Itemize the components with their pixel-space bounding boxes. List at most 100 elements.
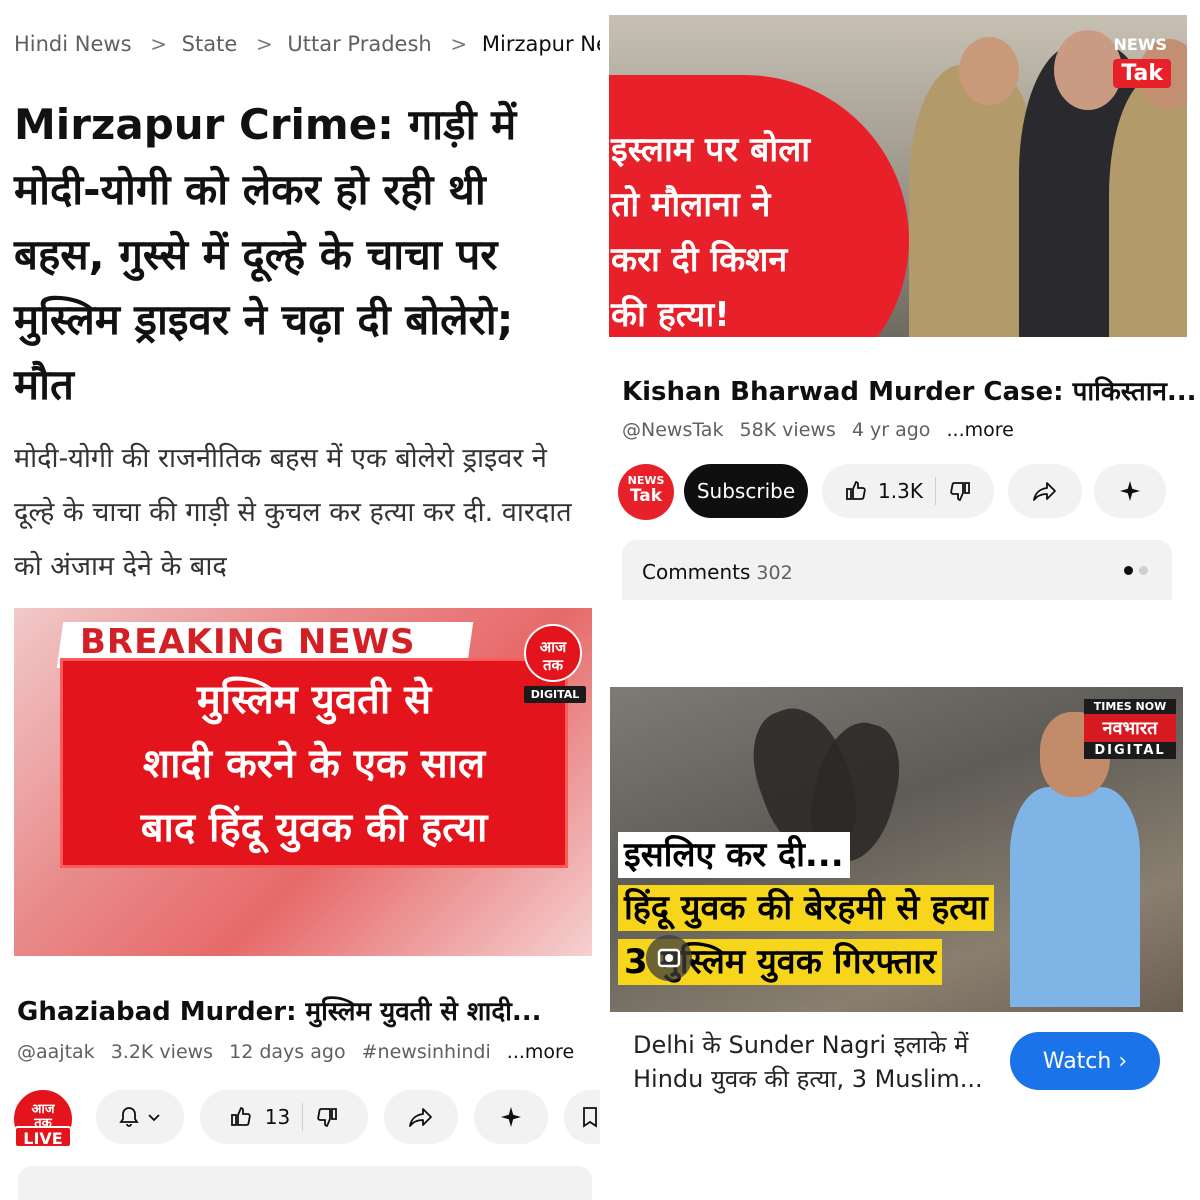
thumbs-up-icon [846,481,866,500]
dislike-button[interactable] [948,479,972,503]
breadcrumb-state[interactable]: State [182,32,238,56]
ask-ai-button[interactable] [474,1090,548,1144]
thumbnail-caption-line: की हत्या! [611,295,730,335]
aajtak-logo-circle: आज तक [524,624,582,682]
logo-aaj-text: आज [539,638,567,656]
breadcrumb: Hindi News > State > Uttar Pradesh > Mir… [14,32,600,56]
comments-title: Comments 302 [642,560,793,584]
video-title[interactable]: Ghaziabad Murder: मुस्लिम युवती से शादी.… [17,992,542,1028]
video-thumbnail[interactable]: BREAKING NEWS मुस्लिम युवती से शादी करने… [14,608,592,956]
logo-tak-text: Tak [1113,59,1171,88]
timesnow-video-panel: TIMES NOW नवभारत DIGITAL इसलिए कर दी... … [600,600,1200,1200]
like-dislike-group: 13 [200,1090,368,1144]
channel-avatar[interactable]: NEWS Tak [618,464,674,520]
watch-button[interactable]: Watch › [1010,1032,1160,1090]
comments-section[interactable] [18,1166,592,1200]
channel-handle[interactable]: @aajtak [17,1041,95,1063]
video-title[interactable]: Kishan Bharwad Murder Case: पाकिस्तान... [622,372,1197,408]
video-thumbnail[interactable]: TIMES NOW नवभारत DIGITAL इसलिए कर दी... … [610,687,1183,1012]
thumbnail-caption: मुस्लिम युवती से शादी करने के एक साल बाद… [60,668,568,860]
live-badge: LIVE [14,1126,72,1148]
shirt-shape [1010,787,1140,1007]
newstak-logo: NEWS Tak [1099,35,1171,105]
hashtag-link[interactable]: #newsinhindi [362,1041,491,1063]
thumbnail-caption-line: इसलिए कर दी... [618,832,850,878]
divider [934,477,936,505]
timesnow-logo: TIMES NOW नवभारत DIGITAL [1084,699,1176,759]
thumbnail-caption-line: हिंदू युवक की बेरहमी से हत्या [618,885,994,931]
article-summary: मोदी-योगी की राजनीतिक बहस में एक बोलेरो … [14,443,572,582]
chevron-right-icon: > [450,32,468,56]
like-button[interactable]: 1.3K [844,479,923,503]
save-icon [583,1107,597,1128]
comments-count: 302 [756,562,793,584]
share-icon [1033,482,1056,501]
logo-times-now-text: TIMES NOW [1084,699,1176,714]
notification-bell-button[interactable] [96,1090,184,1144]
breadcrumb-mirzapur-news[interactable]: Mirzapur News [482,32,600,56]
comments-label: Comments [642,560,751,584]
channel-handle[interactable]: @NewsTak [622,419,723,441]
dislike-button[interactable] [315,1105,339,1129]
more-link[interactable]: ...more [507,1041,574,1063]
face-shape [959,37,1019,105]
thumbnail-caption: इस्लाम पर बोला तो मौलाना ने करा दी किशन … [611,123,911,337]
thumbnail-caption-line: मुस्लिम युवती से [196,677,432,723]
aajtak-video-panel: BREAKING NEWS मुस्लिम युवती से शादी करने… [0,600,600,1200]
article-panel: Hindi News > State > Uttar Pradesh > Mir… [0,0,600,600]
save-button[interactable] [564,1090,600,1144]
logo-navbharat-text: नवभारत [1084,714,1176,742]
video-description[interactable]: Delhi के Sunder Nagri इलाके में Hindu यु… [633,1028,993,1096]
avatar-aaj-text: आज [31,1102,55,1117]
sparkle-icon [501,1107,521,1127]
comments-section[interactable]: Comments 302 [622,540,1172,600]
chevron-down-icon [148,1114,160,1122]
pager-dot [1139,566,1148,575]
chevron-right-icon: > [255,32,273,56]
pager-dot-active [1124,566,1133,575]
breaking-news-text: BREAKING NEWS [80,622,416,662]
share-button[interactable] [384,1090,458,1144]
camera-search-icon [657,948,681,968]
logo-news-text: NEWS [1113,35,1168,54]
breadcrumb-uttar-pradesh[interactable]: Uttar Pradesh [287,32,431,56]
breadcrumb-hindi-news[interactable]: Hindi News [14,32,132,56]
thumbs-down-icon [950,482,970,501]
like-dislike-group: 1.3K [822,464,994,518]
video-meta: @aajtak 3.2K views 12 days ago #newsinhi… [17,1041,574,1063]
share-icon [409,1108,432,1127]
thumbnail-caption-line: इस्लाम पर बोला [611,130,811,170]
logo-digital-text: DIGITAL [1084,742,1176,759]
newstak-video-panel: इस्लाम पर बोला तो मौलाना ने करा दी किशन … [600,0,1200,600]
bell-icon [119,1107,139,1127]
more-link[interactable]: ...more [946,419,1013,441]
video-meta: @NewsTak 58K views 4 yr ago ...more [622,419,1014,441]
aajtak-logo: आज तक DIGITAL [524,624,586,706]
divider [302,1103,304,1131]
avatar-tak-text: Tak [629,486,663,506]
police-officer-figure [1109,75,1187,337]
like-count: 13 [264,1105,291,1129]
thumbnail-caption-line: बाद हिंदू युवक की हत्या [140,805,488,851]
share-button[interactable] [1008,464,1082,518]
thumbs-up-icon [230,1107,251,1126]
sparkle-icon [1120,481,1140,501]
video-thumbnail[interactable]: इस्लाम पर बोला तो मौलाना ने करा दी किशन … [609,15,1187,337]
logo-tak-text: तक [542,656,564,674]
thumbnail-caption-line: करा दी किशन [611,240,788,280]
view-count: 58K views [739,419,836,441]
ask-ai-button[interactable] [1094,464,1166,518]
thumbs-down-icon [317,1108,338,1127]
lens-icon[interactable] [646,935,692,981]
thumbnail-caption-line: तो मौलाना ने [611,185,771,225]
like-button[interactable]: 13 [229,1105,290,1129]
upload-age: 12 days ago [229,1041,346,1063]
upload-age: 4 yr ago [851,419,931,441]
subscribe-button[interactable]: Subscribe [684,464,808,518]
article-headline: Mirzapur Crime: गाड़ी में मोदी-योगी को ल… [14,100,517,409]
like-count: 1.3K [878,479,923,503]
logo-digital-text: DIGITAL [524,686,586,703]
view-count: 3.2K views [110,1041,214,1063]
chevron-right-icon: > [150,32,167,56]
thumbnail-caption-line: शादी करने के एक साल [142,741,486,787]
